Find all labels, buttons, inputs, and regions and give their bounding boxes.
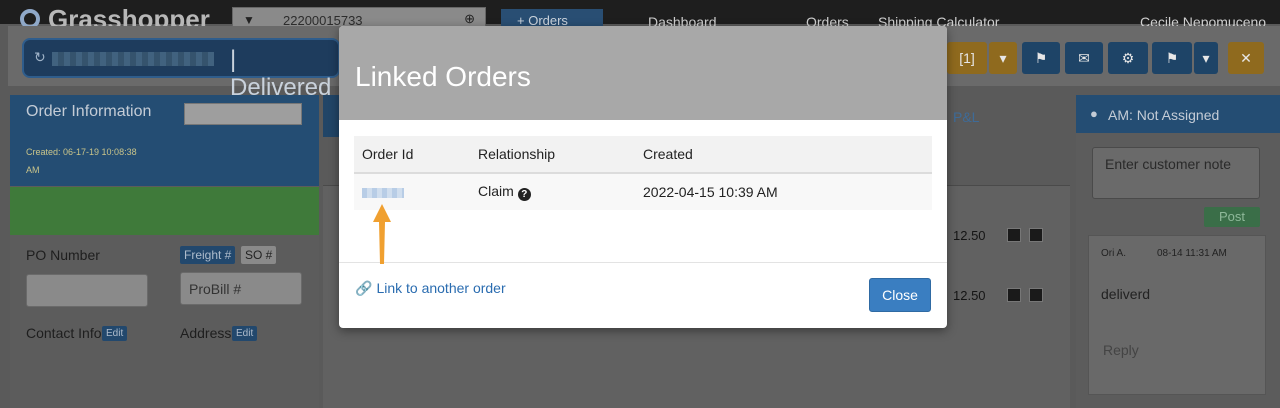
post-button[interactable]: Post — [1204, 207, 1260, 227]
row-amount: 12.50 — [953, 228, 986, 243]
linked-orders-modal: Linked Orders Order Id Relationship Crea… — [339, 26, 947, 328]
search-icon[interactable]: ⊕ — [464, 11, 475, 27]
comment-card: Ori A. 08-14 11:31 AM deliverd Reply — [1088, 235, 1266, 395]
customer-note-input[interactable]: Enter customer note — [1092, 147, 1260, 199]
email-button[interactable]: ✉ — [1065, 42, 1103, 74]
panel-title: Order Information — [26, 103, 152, 120]
order-type-select[interactable] — [184, 103, 302, 125]
flag-button[interactable]: ⚑ — [1022, 42, 1060, 74]
so-tab[interactable]: SO # — [241, 246, 277, 264]
customer-bar[interactable] — [10, 187, 319, 235]
table-row: Claim? 2022-04-15 10:39 AM — [354, 173, 932, 210]
active-tab[interactable] — [323, 95, 339, 137]
arrow-shape — [373, 204, 391, 264]
freight-tab[interactable]: Freight # — [180, 246, 236, 264]
probill-input[interactable]: ProBill # — [180, 272, 302, 305]
address-label: Address — [180, 325, 232, 341]
help-icon[interactable]: ? — [517, 188, 531, 201]
address-edit-button[interactable]: Edit — [232, 326, 258, 341]
comment-author: Ori A. — [1101, 248, 1127, 259]
column-relationship: Relationship — [470, 136, 635, 174]
user-icon: ● — [1090, 106, 1098, 121]
top-navbar: Grasshopper ▼ 22200015733 ⊕ + Orders Das… — [0, 0, 1280, 34]
comment-time: 08-14 11:31 AM — [1157, 248, 1227, 259]
settings-button[interactable]: ⚙ — [1108, 42, 1148, 74]
order-status: | Delivered — [230, 46, 332, 101]
tab-pl[interactable]: P&L — [953, 109, 979, 125]
annotation-arrow — [373, 204, 391, 264]
edit-icon[interactable] — [1007, 288, 1021, 302]
order-information-header: Order Information Created: 06-17-19 10:0… — [10, 95, 319, 186]
account-manager-panel: ● AM: Not Assigned Enter customer note P… — [1076, 95, 1280, 408]
close-order-button[interactable]: ✕ — [1228, 42, 1264, 74]
column-created: Created — [635, 136, 932, 174]
probill-placeholder: ProBill # — [189, 281, 242, 297]
note-placeholder: Enter customer note — [1105, 156, 1232, 172]
refresh-icon[interactable]: ↻ — [34, 49, 46, 66]
route-button[interactable]: ⚑ — [1152, 42, 1192, 74]
contact-info-label: Contact Info — [26, 325, 102, 341]
order-number-redacted — [52, 52, 214, 66]
modal-footer-divider — [339, 262, 947, 263]
order-id-link[interactable] — [362, 188, 404, 199]
list-icon[interactable] — [1029, 228, 1043, 242]
modal-header: Linked Orders — [339, 26, 947, 120]
po-number-input[interactable] — [26, 274, 148, 307]
linked-orders-button[interactable]: [1] — [947, 42, 987, 74]
link-icon: 🔗 — [355, 280, 373, 296]
reply-link[interactable]: Reply — [1103, 342, 1139, 358]
comment-text: deliverd — [1101, 286, 1151, 302]
filter-icon[interactable]: ▼ — [243, 13, 255, 27]
am-header: ● AM: Not Assigned — [1076, 95, 1280, 133]
route-dropdown-caret[interactable]: ▾ — [1194, 42, 1218, 74]
link-another-order-label[interactable]: Link to another order — [376, 280, 505, 296]
contact-edit-button[interactable]: Edit — [102, 326, 128, 341]
edit-icon[interactable] — [1007, 228, 1021, 242]
row-amount: 12.50 — [953, 288, 986, 303]
column-order-id: Order Id — [354, 136, 470, 174]
order-information-panel: Order Information Created: 06-17-19 10:0… — [10, 95, 319, 408]
po-number-label: PO Number — [26, 247, 100, 263]
am-label: AM: Not Assigned — [1108, 107, 1220, 123]
linked-orders-table: Order Id Relationship Created Claim? 202… — [354, 136, 932, 210]
created-value: 2022-04-15 10:39 AM — [635, 173, 932, 210]
created-timestamp: Created: 06-17-19 10:08:38 AM — [26, 147, 137, 175]
close-button[interactable]: Close — [869, 278, 931, 312]
modal-title: Linked Orders — [355, 61, 531, 92]
list-icon[interactable] — [1029, 288, 1043, 302]
link-another-order[interactable]: 🔗 Link to another order — [355, 280, 506, 297]
order-title-pill: ↻ | Delivered — [22, 38, 340, 101]
relationship-value: Claim — [478, 183, 514, 199]
linked-dropdown-caret[interactable]: ▾ — [989, 42, 1017, 74]
